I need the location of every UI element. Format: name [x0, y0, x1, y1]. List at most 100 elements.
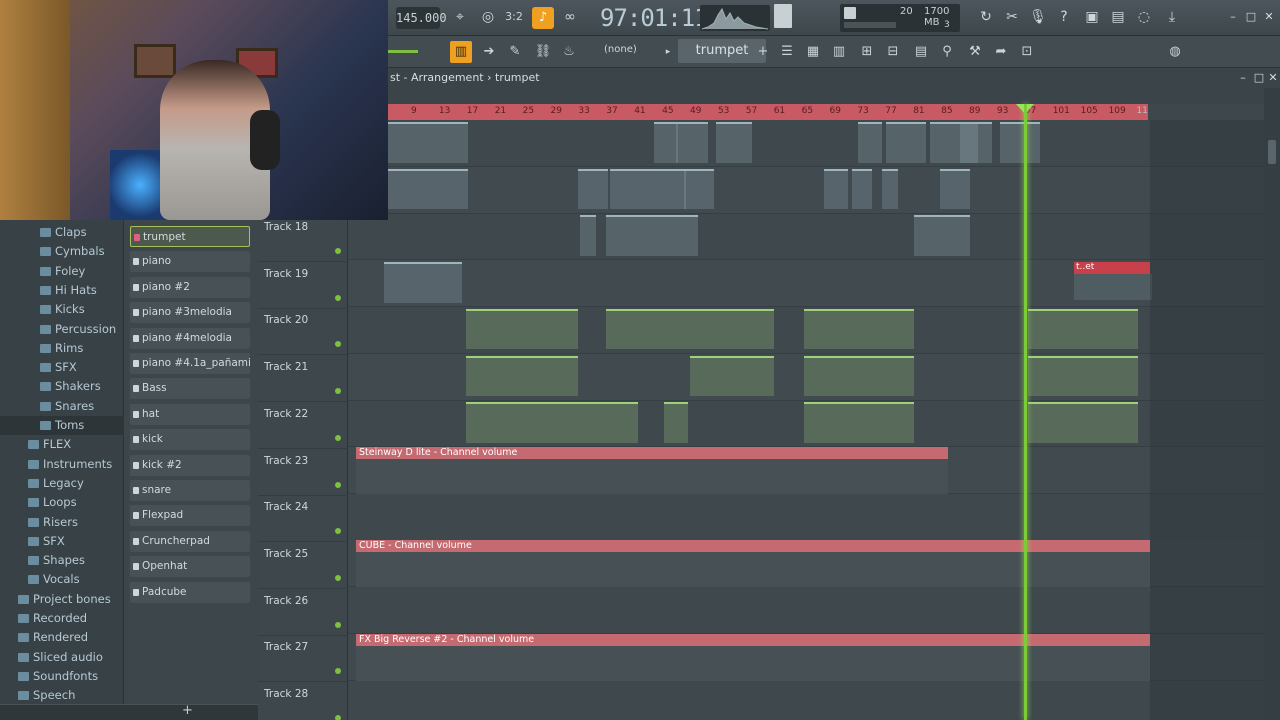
track-lane[interactable]	[348, 166, 1264, 214]
track-header[interactable]: Track 22	[258, 402, 348, 449]
chord-pattern-clip[interactable]	[578, 402, 638, 443]
close-icon[interactable]: ✕	[1262, 10, 1276, 24]
track-lane[interactable]	[348, 120, 1264, 167]
browser-item[interactable]: SFX	[0, 358, 124, 377]
chord-pattern-clip[interactable]	[466, 402, 578, 443]
pattern-clip[interactable]	[656, 215, 698, 257]
track-header[interactable]: Track 28	[258, 682, 348, 720]
pattern-clip[interactable]	[606, 215, 656, 257]
timeline-ruler[interactable]: 9 13 17 21 25 29 33 37 41 45 49 53 57 61 65 69 73 77 81 85 8…	[348, 104, 1264, 120]
track-lane[interactable]	[348, 680, 1264, 720]
chord-pattern-clip[interactable]	[1028, 402, 1138, 443]
track-mute-led[interactable]	[335, 668, 341, 675]
track-mute-led[interactable]	[335, 434, 341, 441]
track-mute-led[interactable]	[335, 528, 341, 535]
channel-item[interactable]: kick	[130, 429, 250, 451]
playhead[interactable]	[1024, 104, 1027, 720]
track-header[interactable]: Track 24	[258, 495, 348, 543]
browser-item[interactable]: Speech	[0, 686, 124, 705]
track-mute-led[interactable]	[335, 388, 341, 395]
pattern-clip[interactable]	[882, 168, 898, 210]
channel-item[interactable]: Flexpad	[130, 505, 250, 527]
pattern-selector[interactable]: trumpet	[678, 39, 766, 63]
automation-clip[interactable]: CUBE - Channel volume	[356, 540, 1150, 588]
mixer-icon[interactable]: ▤	[1108, 7, 1128, 27]
mixer-view-icon[interactable]: ▥	[828, 41, 850, 63]
channel-item[interactable]: hat	[130, 403, 250, 425]
channel-item[interactable]: piano #4melodia	[130, 327, 250, 349]
track-header[interactable]: Track 27	[258, 635, 348, 683]
pattern-clip[interactable]	[960, 122, 992, 163]
track-mute-led[interactable]	[335, 621, 341, 628]
minimize-icon[interactable]: –	[1226, 10, 1240, 24]
globe-icon[interactable]: ◍	[1164, 41, 1186, 63]
arrow-icon[interactable]: ➔	[478, 41, 500, 63]
pattern-clip[interactable]	[684, 168, 714, 210]
track-header[interactable]: Track 19	[258, 262, 348, 309]
metronome-icon[interactable]: ⌖	[450, 7, 470, 27]
chord-pattern-clip[interactable]	[664, 402, 688, 443]
track-lane[interactable]	[348, 587, 1264, 634]
browser-item[interactable]: Foley	[0, 262, 124, 281]
blend-notes-icon[interactable]: ∞	[560, 7, 580, 27]
stamp-icon[interactable]: ♨	[558, 41, 580, 63]
save-icon[interactable]: ▣	[1082, 7, 1102, 27]
bass-pattern-clip[interactable]	[804, 355, 914, 397]
tempo-display[interactable]: 145.000	[396, 7, 447, 29]
pattern-clip[interactable]	[886, 122, 926, 163]
playlist-arrangement[interactable]: 9 13 17 21 25 29 33 37 41 45 49 53 57 61 65 69 73 77 81 85 8…	[348, 88, 1264, 720]
browser-item[interactable]: Recorded	[0, 609, 124, 628]
pattern-song-toggle-icon[interactable]: ♪	[532, 7, 554, 29]
channel-item[interactable]: Padcube	[130, 581, 250, 603]
export-icon[interactable]: ➦	[990, 41, 1012, 63]
automation-clip[interactable]: FX Big Reverse #2 - Channel volume	[356, 633, 1150, 681]
add-icon[interactable]: +	[182, 703, 193, 718]
pattern-clip[interactable]	[654, 122, 678, 163]
pattern-clip[interactable]	[852, 168, 872, 210]
browser-item[interactable]: Soundfonts	[0, 667, 124, 686]
channel-item[interactable]: trumpet	[130, 226, 250, 247]
browser-item[interactable]: FLEX	[0, 435, 124, 454]
browser-item[interactable]: Shakers	[0, 377, 124, 396]
channel-item[interactable]: Cruncherpad	[130, 530, 250, 552]
maximize-icon[interactable]: □	[1252, 71, 1266, 85]
help-icon[interactable]: ?	[1054, 7, 1074, 27]
browser-item[interactable]: Vocals	[0, 570, 124, 589]
trumpet-clip[interactable]	[384, 262, 462, 303]
browser-item[interactable]: Rims	[0, 339, 124, 358]
track-mute-led[interactable]	[335, 715, 341, 720]
browser-item[interactable]: Instruments	[0, 455, 124, 474]
track-mute-led[interactable]	[335, 341, 341, 348]
browser-item[interactable]: Snares	[0, 397, 124, 416]
browser-item[interactable]: Hi Hats	[0, 281, 124, 300]
pitch-slider[interactable]	[388, 50, 418, 53]
minimize-icon[interactable]: –	[1236, 71, 1250, 85]
pattern-clip[interactable]	[824, 168, 848, 210]
flex-pattern-clip[interactable]	[1028, 308, 1138, 350]
track-mute-led[interactable]	[335, 481, 341, 488]
browser-item[interactable]: Cymbals	[0, 242, 124, 261]
browser-item[interactable]: Project bones	[0, 590, 124, 609]
channel-item[interactable]: piano #3melodia	[130, 302, 250, 324]
pattern-clip[interactable]	[914, 215, 970, 257]
track-mute-led[interactable]	[335, 248, 341, 254]
pattern-clip[interactable]	[650, 168, 686, 210]
loop-record-icon[interactable]: ◎	[478, 7, 498, 27]
track-mute-led[interactable]	[335, 294, 341, 301]
channel-item[interactable]: piano #2	[130, 276, 250, 298]
add-pattern-icon[interactable]: +	[756, 41, 770, 63]
channel-item[interactable]: kick #2	[130, 454, 250, 476]
download-icon[interactable]: ⤓	[1162, 7, 1182, 27]
track-header[interactable]: Track 21	[258, 355, 348, 403]
browser-item[interactable]: Percussion	[0, 320, 124, 339]
bass-pattern-clip[interactable]	[466, 355, 578, 397]
step-edit-icon[interactable]: 3:2	[504, 7, 524, 27]
browser-item[interactable]: Risers	[0, 513, 124, 532]
pattern-clip[interactable]	[578, 168, 608, 210]
song-time-display[interactable]: 97:01:11	[600, 2, 709, 34]
track-lane[interactable]	[348, 494, 1264, 541]
vertical-scrollbar[interactable]	[1264, 88, 1280, 720]
chat-icon[interactable]: ◌	[1134, 7, 1154, 27]
selected-trumpet-clip[interactable]: t..et	[1074, 262, 1150, 275]
pattern-clip[interactable]	[610, 168, 650, 210]
